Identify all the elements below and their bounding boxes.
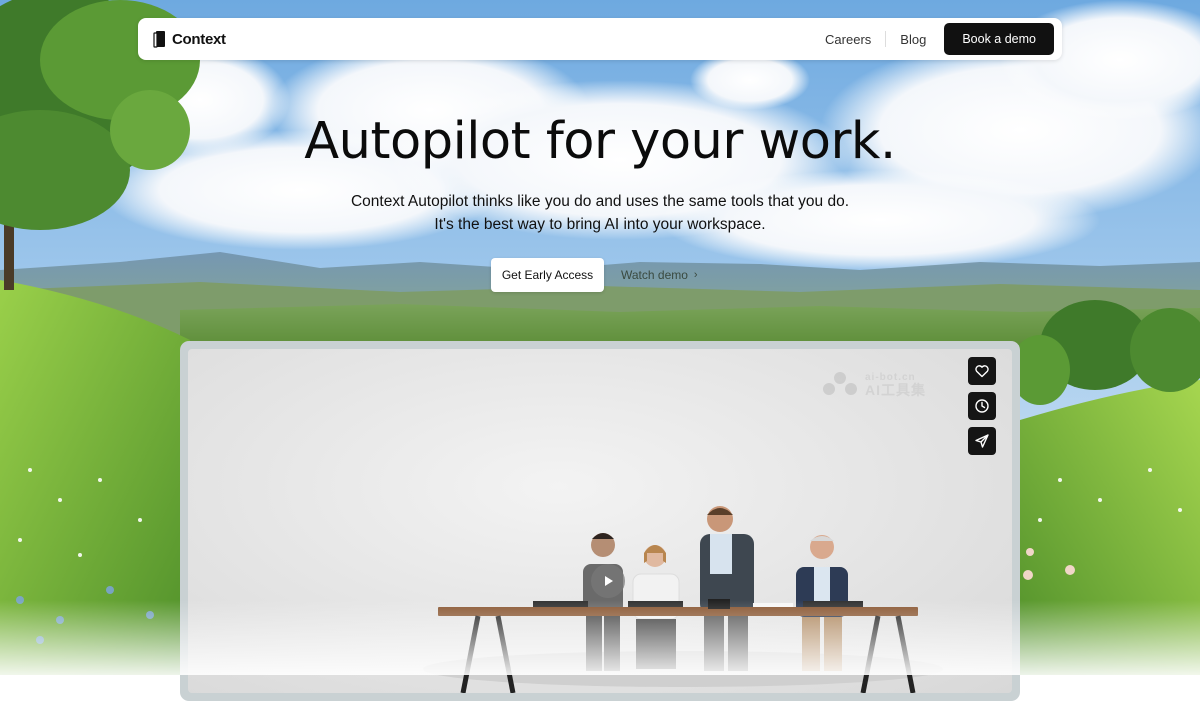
watermark-label: AI工具集	[865, 382, 926, 398]
demo-video-player[interactable]: ai-bot.cn AI工具集	[188, 349, 1012, 693]
watch-later-button[interactable]	[968, 392, 996, 420]
play-icon	[605, 576, 613, 586]
watermark: ai-bot.cn AI工具集	[821, 371, 926, 397]
nav-links: Careers Blog Book a demo	[811, 18, 1062, 60]
book-logo-icon	[153, 31, 165, 48]
watch-demo-link[interactable]: Watch demo ›	[621, 268, 698, 282]
top-nav-bar: Context Careers Blog Book a demo	[138, 18, 1062, 60]
chevron-right-icon: ›	[693, 269, 698, 281]
nav-link-careers[interactable]: Careers	[811, 32, 885, 47]
demo-video-frame: ai-bot.cn AI工具集	[180, 341, 1020, 701]
book-demo-button[interactable]: Book a demo	[944, 23, 1054, 55]
watch-demo-label: Watch demo	[621, 268, 688, 282]
like-button[interactable]	[968, 357, 996, 385]
hero-subtitle-line-1: Context Autopilot thinks like you do and…	[350, 193, 850, 210]
video-scene-people-at-table	[423, 506, 943, 693]
hero-subtitle-line-2: It's the best way to bring AI into your …	[434, 216, 766, 233]
share-button[interactable]	[968, 427, 996, 455]
clock-icon	[975, 399, 989, 413]
nav-link-blog[interactable]: Blog	[886, 32, 940, 47]
watermark-logo-icon	[823, 372, 857, 395]
hero-subtitle: Context Autopilot thinks like you do and…	[0, 190, 1200, 236]
brand-name: Context	[172, 30, 226, 48]
video-side-actions	[968, 357, 996, 455]
heart-icon	[975, 365, 989, 378]
send-icon	[975, 434, 989, 448]
get-early-access-button[interactable]: Get Early Access	[491, 258, 604, 292]
play-button[interactable]	[591, 564, 625, 598]
brand-logo-link[interactable]: Context	[153, 30, 226, 48]
hero-title: Autopilot for your work.	[304, 112, 896, 171]
